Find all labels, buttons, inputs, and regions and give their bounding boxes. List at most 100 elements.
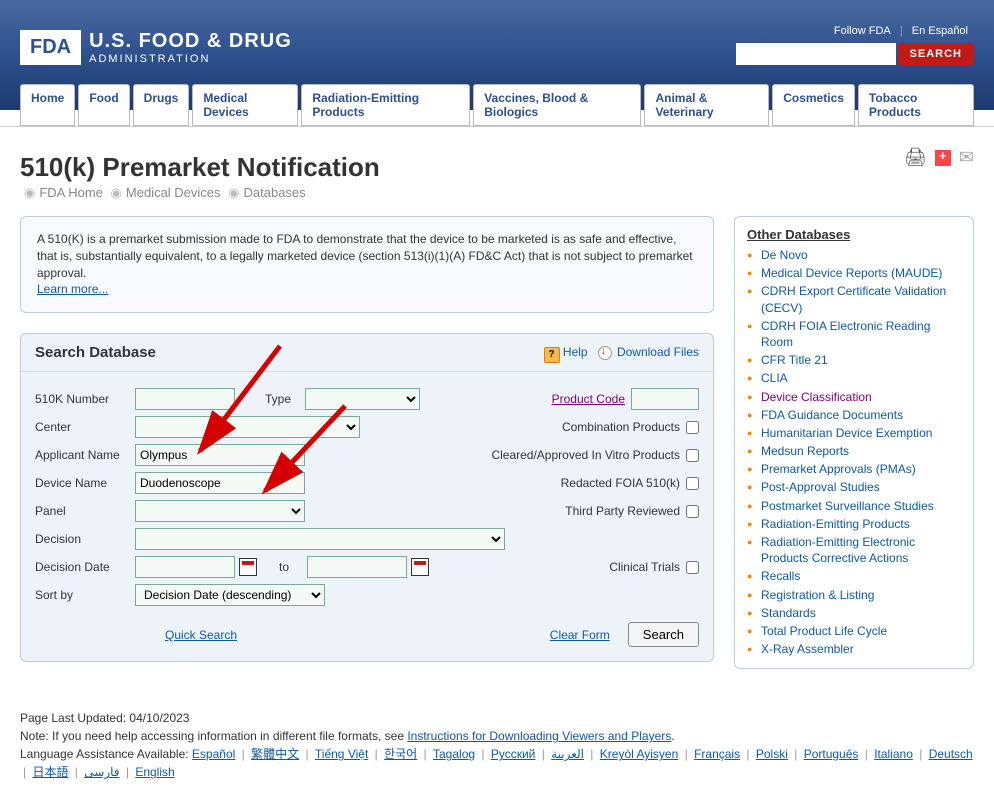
center-select[interactable]: [135, 416, 360, 438]
en-espanol-link[interactable]: En Español: [906, 25, 974, 37]
language-link[interactable]: Polski: [756, 747, 788, 761]
language-link[interactable]: Kreyòl Ayisyen: [600, 747, 679, 761]
sidebar-item: Radiation-Emitting Electronic Products C…: [747, 533, 961, 567]
sidebar-link[interactable]: CFR Title 21: [761, 353, 828, 367]
sidebar-item: Medsun Reports: [747, 442, 961, 460]
download-files-link[interactable]: Download Files: [617, 345, 699, 359]
breadcrumb-item[interactable]: FDA Home: [39, 185, 103, 200]
nav-item[interactable]: Animal & Veterinary: [644, 84, 769, 126]
sidebar-item: Humanitarian Device Exemption: [747, 424, 961, 442]
thirdparty-checkbox[interactable]: [686, 505, 699, 518]
panel-select[interactable]: [135, 500, 305, 522]
calendar-icon[interactable]: [411, 558, 429, 576]
to-label: to: [261, 560, 307, 574]
language-link[interactable]: 繁體中文: [251, 747, 299, 761]
sidebar-link[interactable]: FDA Guidance Documents: [761, 408, 903, 422]
cleared-checkbox[interactable]: [686, 449, 699, 462]
language-link[interactable]: فارسی: [84, 765, 119, 779]
email-icon[interactable]: ✉: [959, 147, 974, 168]
decision-select[interactable]: [135, 528, 505, 550]
sidebar-link[interactable]: Medical Device Reports (MAUDE): [761, 266, 942, 280]
language-link[interactable]: 한국어: [384, 747, 417, 761]
download-icon[interactable]: [598, 346, 612, 360]
quick-search-link[interactable]: Quick Search: [165, 628, 237, 642]
print-icon[interactable]: 🖨: [904, 147, 927, 168]
nav-item[interactable]: Radiation-Emitting Products: [301, 84, 470, 126]
sidebar-item: Medical Device Reports (MAUDE): [747, 264, 961, 282]
instructions-link[interactable]: Instructions for Downloading Viewers and…: [407, 729, 671, 743]
sidebar-link[interactable]: Humanitarian Device Exemption: [761, 426, 932, 440]
language-link[interactable]: English: [135, 765, 174, 779]
panel-label: Panel: [35, 504, 135, 518]
sidebar-link[interactable]: Registration & Listing: [761, 588, 874, 602]
product-code-input[interactable]: [631, 388, 699, 410]
language-link[interactable]: Tagalog: [433, 747, 475, 761]
combination-checkbox[interactable]: [686, 421, 699, 434]
nav-item[interactable]: Food: [78, 84, 129, 126]
sidebar-link[interactable]: Total Product Life Cycle: [761, 624, 887, 638]
nav-item[interactable]: Drugs: [133, 84, 190, 126]
type-label: Type: [265, 392, 305, 406]
language-link[interactable]: Русский: [491, 747, 536, 761]
language-link[interactable]: Deutsch: [929, 747, 973, 761]
nav-item[interactable]: Tobacco Products: [858, 84, 974, 126]
sidebar-link[interactable]: CDRH Export Certificate Validation (CECV…: [761, 284, 946, 314]
language-link[interactable]: Español: [192, 747, 235, 761]
center-label: Center: [35, 420, 135, 434]
sidebar-item: Recalls: [747, 567, 961, 585]
k-number-input[interactable]: [135, 388, 235, 410]
sidebar-link[interactable]: Postmarket Surveillance Studies: [761, 499, 934, 513]
sidebar-link[interactable]: Radiation-Emitting Products: [761, 517, 910, 531]
language-link[interactable]: العربية: [551, 747, 584, 761]
product-code-link[interactable]: Product Code: [552, 392, 625, 406]
sortby-label: Sort by: [35, 588, 135, 602]
learn-more-link[interactable]: Learn more...: [37, 282, 108, 296]
sidebar-item: CDRH FOIA Electronic Reading Room: [747, 317, 961, 351]
sidebar-link[interactable]: CDRH FOIA Electronic Reading Room: [761, 319, 930, 349]
nav-item[interactable]: Medical Devices: [192, 84, 298, 126]
sidebar-link[interactable]: Device Classification: [761, 390, 872, 404]
sidebar-link[interactable]: Recalls: [761, 569, 800, 583]
language-link[interactable]: Italiano: [874, 747, 913, 761]
breadcrumb-item[interactable]: Databases: [244, 185, 306, 200]
device-name-input[interactable]: [135, 472, 305, 494]
decision-date-to-input[interactable]: [307, 556, 407, 578]
calendar-icon[interactable]: [239, 558, 257, 576]
info-text: A 510(K) is a premarket submission made …: [37, 232, 693, 280]
nav-item[interactable]: Vaccines, Blood & Biologics: [473, 84, 641, 126]
follow-fda-link[interactable]: Follow FDA: [828, 25, 897, 37]
sidebar-link[interactable]: De Novo: [761, 248, 808, 262]
type-select[interactable]: [305, 388, 420, 410]
applicant-name-input[interactable]: [135, 444, 305, 466]
clinical-checkbox[interactable]: [686, 561, 699, 574]
breadcrumb-item[interactable]: Medical Devices: [126, 185, 221, 200]
language-link[interactable]: Tiếng Việt: [315, 747, 368, 761]
k-number-label: 510K Number: [35, 392, 135, 406]
site-search-button[interactable]: SEARCH: [898, 43, 974, 65]
decision-date-from-input[interactable]: [135, 556, 235, 578]
agency-name-line1: U.S. FOOD & DRUG: [89, 30, 292, 53]
sidebar-link[interactable]: Premarket Approvals (PMAs): [761, 462, 916, 476]
help-icon[interactable]: [544, 346, 558, 360]
help-link[interactable]: Help: [563, 345, 588, 359]
sidebar-link[interactable]: CLIA: [761, 371, 788, 385]
nav-item[interactable]: Cosmetics: [772, 84, 855, 126]
sidebar-link[interactable]: Medsun Reports: [761, 444, 849, 458]
language-link[interactable]: Français: [694, 747, 740, 761]
redacted-checkbox[interactable]: [686, 477, 699, 490]
site-search-input[interactable]: [736, 43, 896, 65]
combination-label: Combination Products: [562, 420, 680, 434]
sidebar-link[interactable]: Standards: [761, 606, 816, 620]
language-link[interactable]: 日本語: [32, 765, 68, 779]
clear-form-link[interactable]: Clear Form: [550, 628, 610, 642]
fda-logo[interactable]: FDA U.S. FOOD & DRUG ADMINISTRATION: [20, 30, 292, 65]
sidebar-link[interactable]: X-Ray Assembler: [761, 642, 854, 656]
sidebar-link[interactable]: Post-Approval Studies: [761, 480, 880, 494]
sortby-select[interactable]: Decision Date (descending): [135, 584, 325, 606]
share-icon[interactable]: +: [935, 150, 951, 166]
search-button[interactable]: Search: [628, 622, 699, 647]
sidebar-link[interactable]: Radiation-Emitting Electronic Products C…: [761, 535, 915, 565]
language-link[interactable]: Português: [804, 747, 859, 761]
breadcrumb: ◉FDA Home ◉Medical Devices ◉Databases: [20, 185, 974, 201]
nav-item[interactable]: Home: [20, 84, 75, 126]
